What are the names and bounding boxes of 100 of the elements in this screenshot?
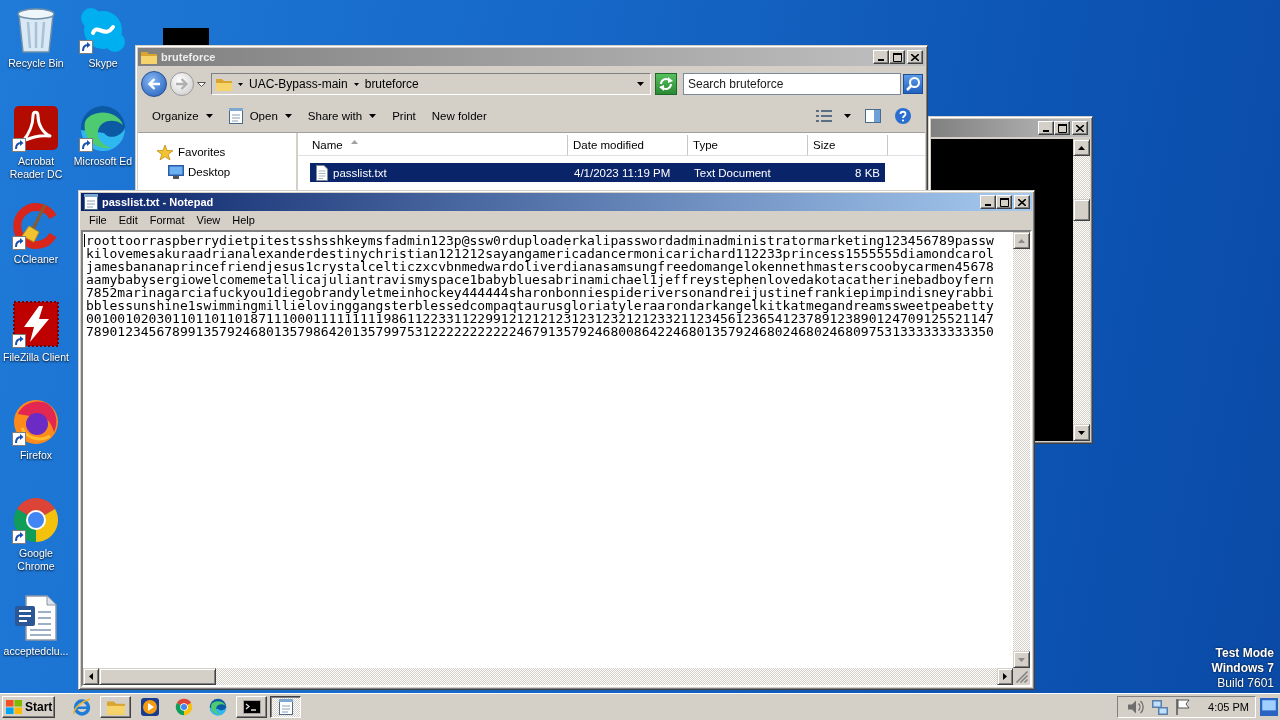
scroll-down-button[interactable]	[1073, 424, 1090, 441]
menu-item[interactable]: View	[190, 212, 227, 228]
minimize-icon	[1043, 129, 1049, 132]
show-desktop-icon[interactable]	[1260, 698, 1278, 716]
toolbar-button[interactable]: Print	[387, 105, 421, 127]
scrollbar-thumb[interactable]	[99, 668, 216, 685]
scroll-down-button[interactable]	[1013, 651, 1030, 668]
minimize-button[interactable]	[1038, 121, 1054, 135]
close-icon	[1018, 198, 1026, 206]
desktop-icon-label[interactable]: Skype	[88, 57, 118, 70]
maximize-button[interactable]	[889, 50, 905, 64]
pdf-reader-icon[interactable]	[12, 104, 60, 152]
scroll-right-button[interactable]	[997, 668, 1013, 685]
segmented-circle-icon[interactable]	[12, 496, 60, 544]
file-size-text: 8 KB	[854, 166, 881, 179]
minimize-icon	[985, 203, 991, 206]
size-grip-icon[interactable]	[1016, 671, 1028, 683]
address-bar[interactable]: UAC-Bypass-main bruteforce	[211, 73, 651, 95]
toolbar-button[interactable]: Share with	[302, 105, 382, 127]
document-icon[interactable]	[12, 594, 60, 642]
breadcrumb-item[interactable]: bruteforce	[364, 77, 419, 91]
network-icon[interactable]	[1152, 699, 1169, 715]
taskbar-button[interactable]	[270, 696, 301, 718]
bolt-tile-icon[interactable]	[12, 300, 60, 348]
speaker-icon[interactable]	[1128, 700, 1145, 714]
chat-bubble-icon[interactable]	[79, 6, 127, 54]
scroll-up-button[interactable]	[1013, 232, 1030, 249]
toolbar-button[interactable]: New folder	[426, 105, 492, 127]
scroll-left-button[interactable]	[83, 668, 99, 685]
close-button[interactable]	[907, 50, 923, 64]
column-header[interactable]: Type	[688, 135, 808, 156]
refresh-button[interactable]	[655, 73, 677, 95]
text-line: kilovemesakuraadrianalexanderdestinychristian121212sayangamericadancermonicarichard112233princess1555555diamondcarol	[86, 247, 994, 260]
caret-icon[interactable]	[353, 82, 359, 86]
menu-item[interactable]: Format	[143, 212, 191, 228]
down-triangle-icon	[1078, 430, 1085, 435]
start-button[interactable]: Start	[2, 696, 55, 718]
nav-item[interactable]: Favorites	[178, 146, 226, 158]
breadcrumb-item[interactable]: UAC-Bypass-main	[249, 77, 348, 91]
text-line: jamesbananaprincefriendjesus1crystalcelticzxcvbnmedwardoliverdianasamsungfreedomangelokennethmasterscoobycarmen45678	[86, 260, 994, 273]
desktop-icon-label[interactable]: acceptedclu...	[3, 645, 69, 658]
menu-item[interactable]: Edit	[112, 212, 144, 228]
close-button[interactable]	[1072, 121, 1088, 135]
dropdown-arrow-icon	[844, 114, 851, 118]
maximize-button[interactable]	[996, 195, 1012, 209]
nav-item[interactable]: Desktop	[188, 166, 231, 178]
maximize-button[interactable]	[1054, 121, 1070, 135]
folder-icon	[216, 77, 232, 91]
window-title: passlist.txt - Notepad	[102, 196, 214, 208]
close-button[interactable]	[1014, 195, 1030, 209]
refresh-icon	[659, 77, 673, 91]
desktop-icon-label[interactable]: Recycle Bin	[8, 57, 64, 70]
notepad-icon	[84, 194, 98, 210]
desktop-icon-label[interactable]: Firefox	[19, 449, 53, 462]
toolbar-button[interactable]: Organize	[147, 105, 218, 127]
toolbar-button[interactable]: Open	[223, 105, 297, 127]
dropdown-arrow-icon[interactable]	[637, 82, 644, 86]
dropdown-arrow-icon[interactable]	[197, 81, 206, 87]
desktop-icon-label[interactable]: Acrobat Reader DC	[1, 155, 71, 181]
right-triangle-icon	[1003, 673, 1007, 680]
text-editor-area[interactable]	[83, 232, 1013, 668]
minimize-icon	[878, 58, 884, 61]
desktop-icon-label[interactable]: Microsoft Ed	[73, 155, 133, 168]
edition-text: Windows 7	[1211, 661, 1274, 676]
column-header[interactable]: Size	[808, 135, 888, 156]
desktop-icon-label[interactable]: Google Chrome	[1, 547, 71, 573]
scrollbar-thumb[interactable]	[1073, 199, 1090, 221]
menu-item[interactable]: Help	[226, 212, 261, 228]
column-header[interactable]: Name	[298, 135, 568, 156]
scroll-up-button[interactable]	[1073, 139, 1090, 156]
menu-item[interactable]: File	[83, 212, 113, 228]
close-icon	[911, 53, 919, 61]
edition-text: Build 7601	[1217, 676, 1274, 691]
search-button[interactable]	[903, 74, 923, 94]
swirl-icon	[208, 698, 227, 716]
left-triangle-icon	[89, 673, 93, 680]
search-field[interactable]: Search bruteforce	[683, 73, 901, 95]
folder-icon	[106, 699, 125, 715]
file-row[interactable]: passlist.txt 4/1/2023 11:19 PM Text Document 8 KB	[310, 163, 885, 182]
notepad-icon	[228, 108, 243, 124]
flag-icon[interactable]	[1176, 699, 1191, 715]
caret-icon[interactable]	[238, 82, 243, 86]
back-button[interactable]	[141, 71, 167, 97]
help-icon	[895, 108, 911, 124]
column-header[interactable]: Date modified	[568, 135, 688, 156]
minimize-button[interactable]	[873, 50, 889, 64]
swirl-icon[interactable]	[79, 104, 127, 152]
minimize-button[interactable]	[980, 195, 996, 209]
clock-text[interactable]: 4:05 PM	[1208, 701, 1249, 713]
windows-flag-icon	[6, 700, 22, 714]
help-button[interactable]	[895, 105, 911, 127]
maximize-icon	[892, 52, 902, 62]
segmented-circle-icon	[174, 698, 193, 716]
desktop-icon-label[interactable]: FileZilla Client	[3, 351, 69, 364]
date-modified-text: 4/1/2023 11:19 PM	[573, 166, 672, 179]
dropdown-arrow-icon	[369, 114, 377, 118]
file-type-text: Text Document	[693, 166, 772, 179]
edition-text: Test Mode	[1215, 646, 1274, 661]
flame-orb-icon[interactable]	[12, 398, 60, 446]
desktop-icon-label[interactable]: CCleaner	[13, 253, 59, 266]
